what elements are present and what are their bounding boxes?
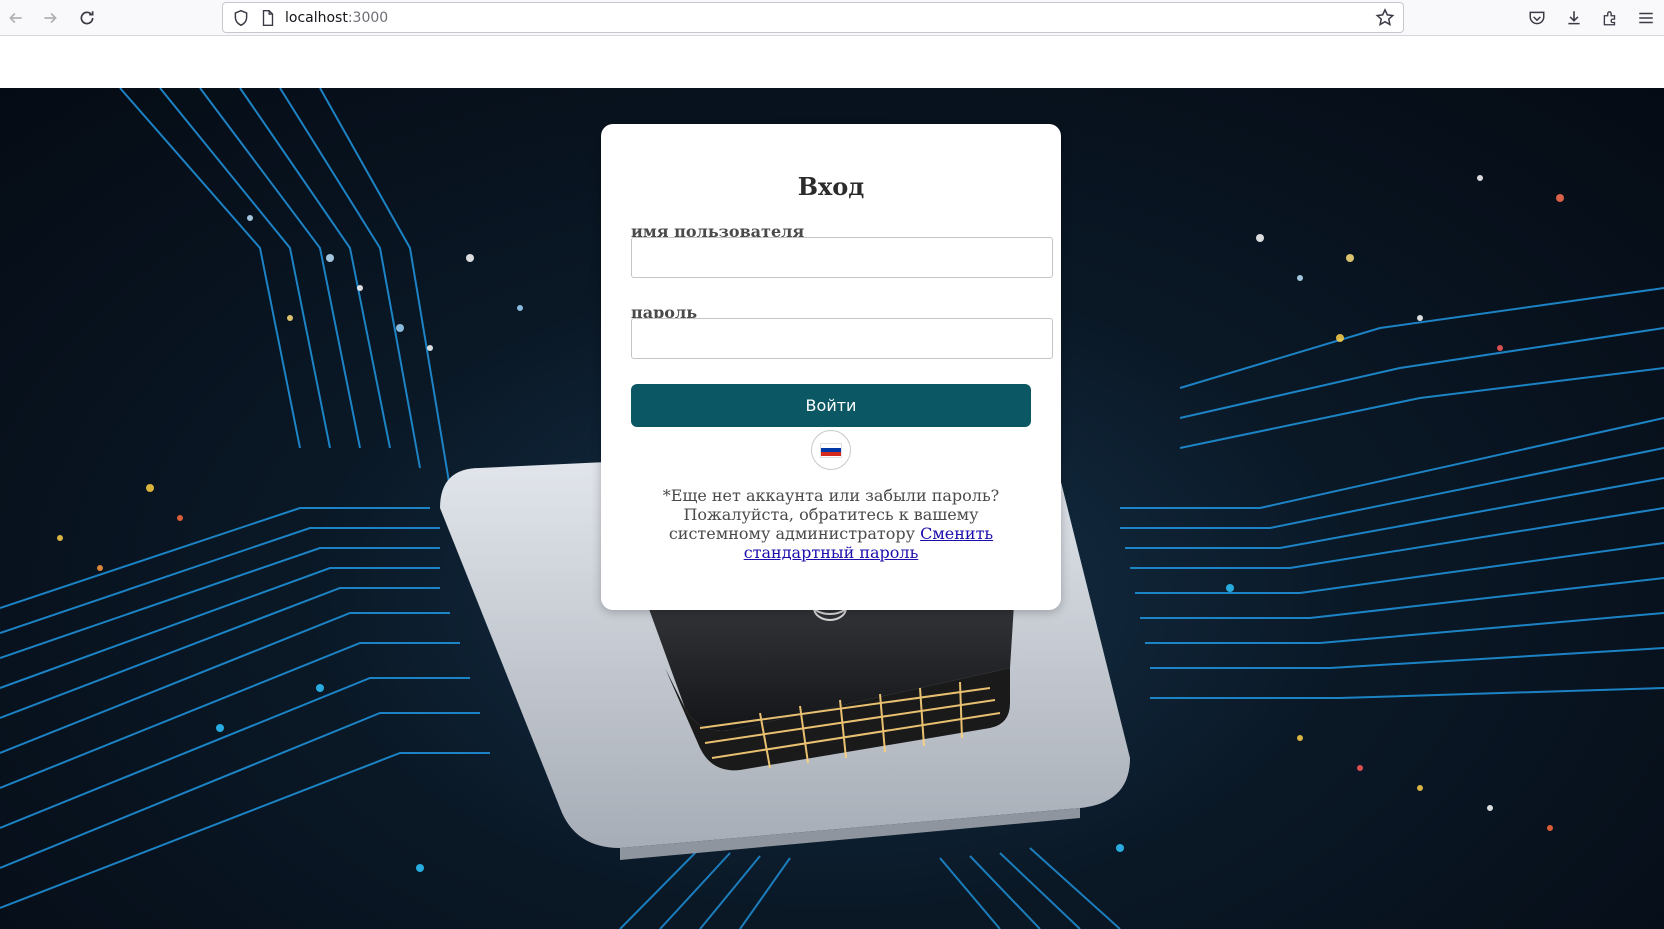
username-field[interactable] bbox=[631, 237, 1053, 278]
menu-icon[interactable] bbox=[1634, 6, 1658, 30]
forward-icon[interactable] bbox=[38, 6, 62, 30]
shield-icon[interactable] bbox=[232, 9, 250, 27]
language-switch-button[interactable] bbox=[811, 430, 851, 470]
url-port: :3000 bbox=[347, 10, 389, 26]
page-body: Вход имя пользователя пароль Войти *Еще … bbox=[0, 36, 1664, 929]
flag-stripe-red bbox=[821, 452, 841, 457]
download-icon[interactable] bbox=[1562, 6, 1586, 30]
login-card: Вход имя пользователя пароль Войти *Еще … bbox=[601, 124, 1061, 610]
url-host: localhost bbox=[285, 10, 348, 26]
page-icon[interactable] bbox=[259, 9, 277, 27]
url-text[interactable]: localhost:3000 bbox=[285, 10, 388, 26]
browser-toolbar: localhost:3000 bbox=[0, 0, 1664, 36]
pocket-icon[interactable] bbox=[1525, 6, 1549, 30]
extensions-icon[interactable] bbox=[1598, 6, 1622, 30]
back-icon[interactable] bbox=[4, 6, 28, 30]
help-text: *Еще нет аккаунта или забыли пароль? Пож… bbox=[641, 486, 1021, 562]
reload-icon[interactable] bbox=[75, 6, 99, 30]
bookmark-star-icon[interactable] bbox=[1375, 8, 1395, 28]
russia-flag-icon bbox=[820, 442, 842, 458]
login-button[interactable]: Войти bbox=[631, 384, 1031, 427]
url-bar[interactable]: localhost:3000 bbox=[222, 2, 1404, 33]
password-field[interactable] bbox=[631, 318, 1053, 359]
login-title: Вход bbox=[797, 172, 865, 201]
